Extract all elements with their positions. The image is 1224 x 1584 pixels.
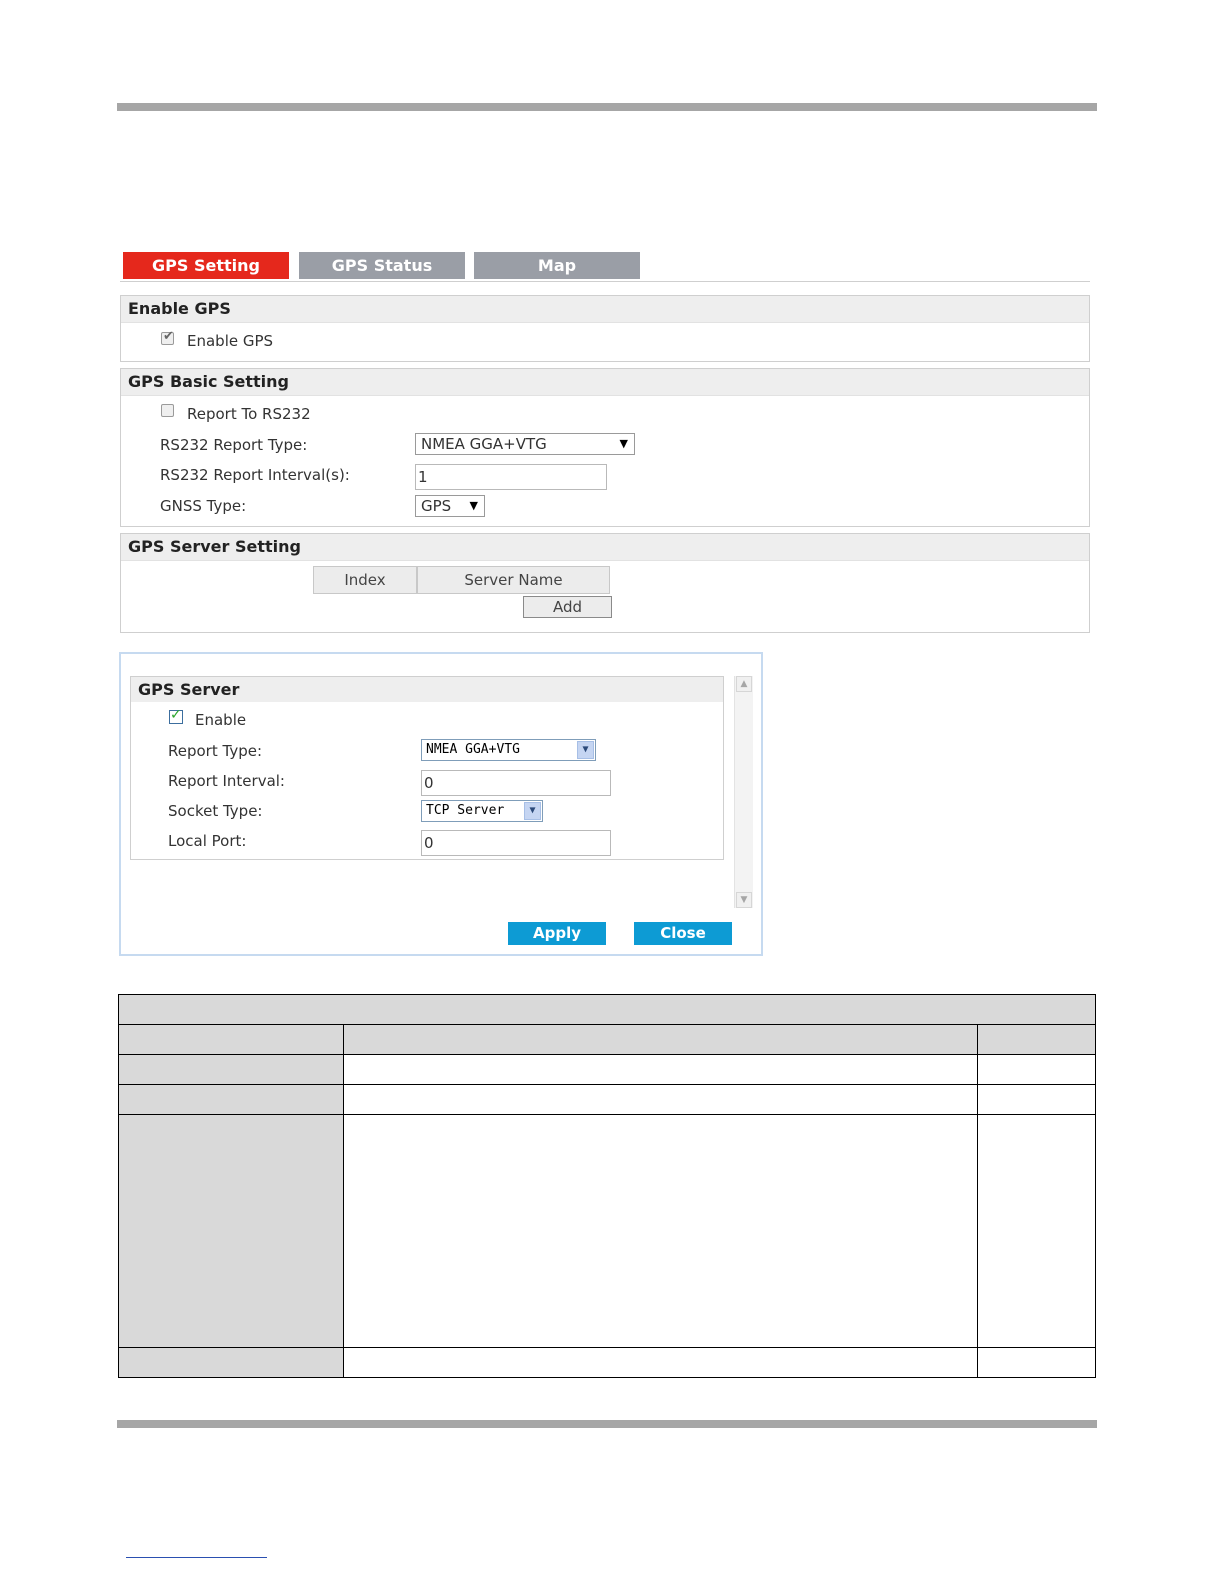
gps-basic-setting-panel: GPS Basic Setting Report To RS232 RS232 …	[120, 368, 1090, 527]
table-row	[119, 1115, 344, 1348]
gnss-type-value: GPS	[421, 497, 452, 515]
table-cell	[978, 1055, 1095, 1085]
table-cell	[978, 1085, 1095, 1115]
tab-divider	[120, 281, 1090, 282]
table-header	[119, 995, 1095, 1025]
panel-title: GPS Basic Setting	[121, 369, 1089, 396]
apply-button[interactable]: Apply	[508, 922, 606, 945]
report-type-value: NMEA GGA+VTG	[426, 742, 520, 757]
table-cell	[978, 1348, 1095, 1377]
check-icon: ✓	[170, 707, 182, 723]
local-port-label: Local Port:	[168, 832, 247, 850]
chevron-down-icon: ▼	[577, 741, 594, 759]
enable-checkbox[interactable]: ✓	[169, 707, 183, 724]
report-interval-input[interactable]: 0	[421, 770, 611, 796]
report-rs232-checkbox[interactable]	[161, 404, 174, 417]
table-cell	[344, 1115, 978, 1348]
socket-type-value: TCP Server	[426, 803, 505, 818]
column-server-name: Server Name	[417, 566, 610, 594]
report-interval-label: RS232 Report Interval(s):	[160, 466, 350, 484]
report-type-select[interactable]: NMEA GGA+VTG ▼	[421, 739, 596, 761]
gps-server-form: GPS Server ✓ Enable Report Type: NMEA GG…	[130, 676, 724, 860]
parameter-table	[118, 994, 1096, 1378]
table-row	[119, 1348, 344, 1377]
report-interval-label: Report Interval:	[168, 772, 285, 790]
table-cell	[344, 1348, 978, 1377]
scroll-up-icon[interactable]: ▲	[736, 676, 752, 692]
check-icon: ✔	[163, 329, 174, 344]
chevron-down-icon: ▼	[524, 802, 541, 820]
tab-gps-setting[interactable]: GPS Setting	[123, 252, 289, 279]
report-rs232-label: Report To RS232	[187, 405, 311, 423]
local-port-input[interactable]: 0	[421, 830, 611, 856]
table-row	[119, 1085, 344, 1115]
enable-gps-panel: Enable GPS ✔ Enable GPS	[120, 295, 1090, 362]
panel-title: GPS Server Setting	[121, 534, 1089, 561]
footer-rule	[117, 1420, 1097, 1428]
gps-server-dialog: GPS Server ✓ Enable Report Type: NMEA GG…	[119, 652, 763, 956]
enable-label: Enable	[195, 711, 247, 729]
enable-gps-checkbox[interactable]: ✔	[161, 329, 174, 345]
report-type-value: NMEA GGA+VTG	[421, 435, 547, 453]
gnss-type-select[interactable]: GPS ▼	[415, 495, 485, 517]
socket-type-select[interactable]: TCP Server ▼	[421, 800, 543, 822]
enable-gps-label: Enable GPS	[187, 332, 274, 350]
table-row	[119, 1055, 344, 1085]
dropdown-arrow-icon: ▼	[469, 499, 478, 512]
report-type-select[interactable]: NMEA GGA+VTG ▼	[415, 433, 635, 455]
panel-title: Enable GPS	[121, 296, 1089, 323]
table-cell	[344, 1055, 978, 1085]
report-type-label: RS232 Report Type:	[160, 436, 308, 454]
table-row	[119, 1025, 344, 1055]
dialog-scrollbar[interactable]: ▲ ▼	[734, 676, 753, 908]
close-button[interactable]: Close	[634, 922, 732, 945]
column-index: Index	[313, 566, 417, 594]
scroll-down-icon[interactable]: ▼	[736, 892, 752, 908]
table-cell	[978, 1025, 1095, 1055]
socket-type-label: Socket Type:	[168, 802, 263, 820]
add-button[interactable]: Add	[523, 596, 612, 618]
table-cell	[344, 1025, 978, 1055]
gnss-type-label: GNSS Type:	[160, 497, 247, 515]
tab-map[interactable]: Map	[474, 252, 640, 279]
header-rule	[117, 103, 1097, 111]
dialog-title: GPS Server	[131, 677, 723, 702]
table-cell	[344, 1085, 978, 1115]
report-type-label: Report Type:	[168, 742, 262, 760]
tab-gps-status[interactable]: GPS Status	[299, 252, 465, 279]
dropdown-arrow-icon: ▼	[619, 437, 628, 450]
report-interval-input[interactable]: 1	[415, 464, 607, 490]
footer-link-underline	[126, 1557, 267, 1558]
gps-server-setting-panel: GPS Server Setting Index Server Name Add	[120, 533, 1090, 633]
table-cell	[978, 1115, 1095, 1348]
